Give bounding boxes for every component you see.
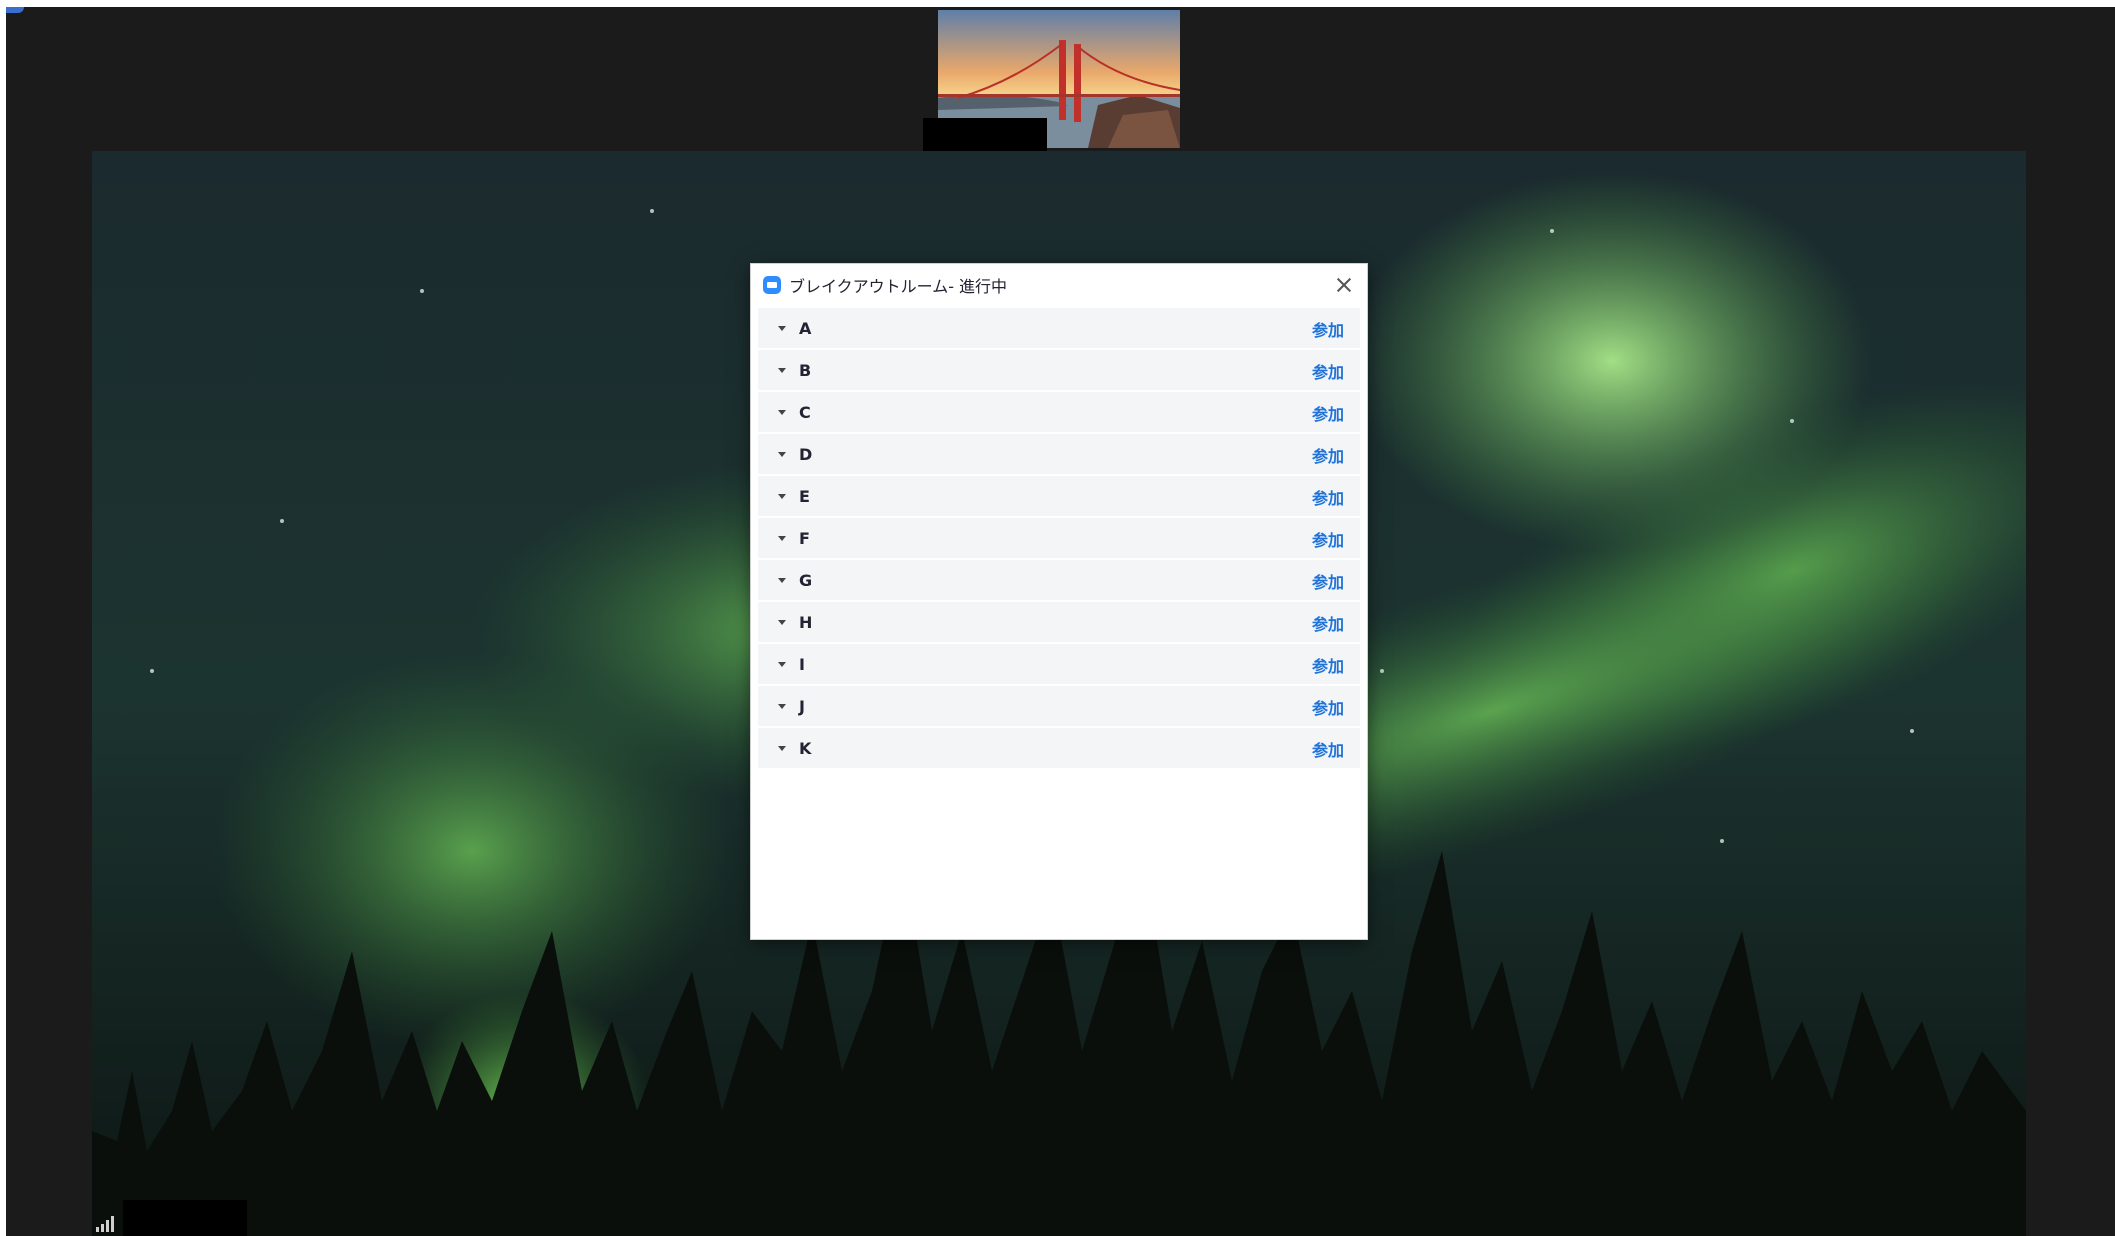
join-button[interactable]: 参加 (1312, 317, 1344, 341)
room-row-e[interactable]: E 参加 (758, 476, 1360, 518)
join-button[interactable]: 参加 (1312, 737, 1344, 761)
join-button[interactable]: 参加 (1312, 653, 1344, 677)
room-row-g[interactable]: G 参加 (758, 560, 1360, 602)
breakout-room-list: A 参加 B 参加 C 参加 D 参加 E 参加 F 参加 G 参加 H 参加 … (758, 306, 1360, 770)
signal-icon (96, 1216, 116, 1232)
chevron-down-icon[interactable] (778, 367, 786, 373)
room-row-h[interactable]: H 参加 (758, 602, 1360, 644)
chevron-down-icon[interactable] (778, 703, 786, 709)
chevron-down-icon[interactable] (778, 451, 786, 457)
chevron-down-icon[interactable] (778, 535, 786, 541)
join-button[interactable]: 参加 (1312, 527, 1344, 551)
room-row-k[interactable]: K 参加 (758, 728, 1360, 770)
room-name: F (799, 528, 810, 548)
chevron-down-icon[interactable] (778, 619, 786, 625)
breakout-rooms-dialog: ブレイクアウトルーム- 進行中 A 参加 B 参加 C 参加 D 参加 E 参加 (751, 264, 1367, 939)
room-row-a[interactable]: A 参加 (758, 306, 1360, 350)
join-button[interactable]: 参加 (1312, 359, 1344, 383)
room-row-c[interactable]: C 参加 (758, 392, 1360, 434)
chevron-down-icon[interactable] (778, 325, 786, 331)
dialog-titlebar: ブレイクアウトルーム- 進行中 (751, 264, 1367, 306)
room-row-d[interactable]: D 参加 (758, 434, 1360, 476)
room-name: I (799, 654, 805, 674)
join-button[interactable]: 参加 (1312, 611, 1344, 635)
close-icon[interactable] (1331, 272, 1357, 298)
join-button[interactable]: 参加 (1312, 443, 1344, 467)
chevron-down-icon[interactable] (778, 577, 786, 583)
chevron-down-icon[interactable] (778, 661, 786, 667)
room-name: B (799, 360, 812, 380)
join-button[interactable]: 参加 (1312, 569, 1344, 593)
zoom-app-icon (763, 276, 781, 294)
join-button[interactable]: 参加 (1312, 401, 1344, 425)
room-name: K (799, 738, 812, 758)
room-row-i[interactable]: I 参加 (758, 644, 1360, 686)
room-name: H (799, 612, 813, 632)
chevron-down-icon[interactable] (778, 409, 786, 415)
participant-name-label (923, 118, 1047, 153)
room-name: J (799, 696, 805, 716)
room-name: C (799, 402, 811, 422)
dialog-title: ブレイクアウトルーム- 進行中 (789, 277, 1008, 296)
room-name: D (799, 444, 813, 464)
participant-name-label (123, 1200, 247, 1236)
join-button[interactable]: 参加 (1312, 695, 1344, 719)
join-button[interactable]: 参加 (1312, 485, 1344, 509)
room-row-f[interactable]: F 参加 (758, 518, 1360, 560)
room-name: G (799, 570, 813, 590)
chevron-down-icon[interactable] (778, 493, 786, 499)
chevron-down-icon[interactable] (778, 745, 786, 751)
room-name: E (799, 486, 810, 506)
room-row-b[interactable]: B 参加 (758, 350, 1360, 392)
room-name: A (799, 318, 812, 338)
room-row-j[interactable]: J 参加 (758, 686, 1360, 728)
window-corner-icon (6, 7, 24, 13)
